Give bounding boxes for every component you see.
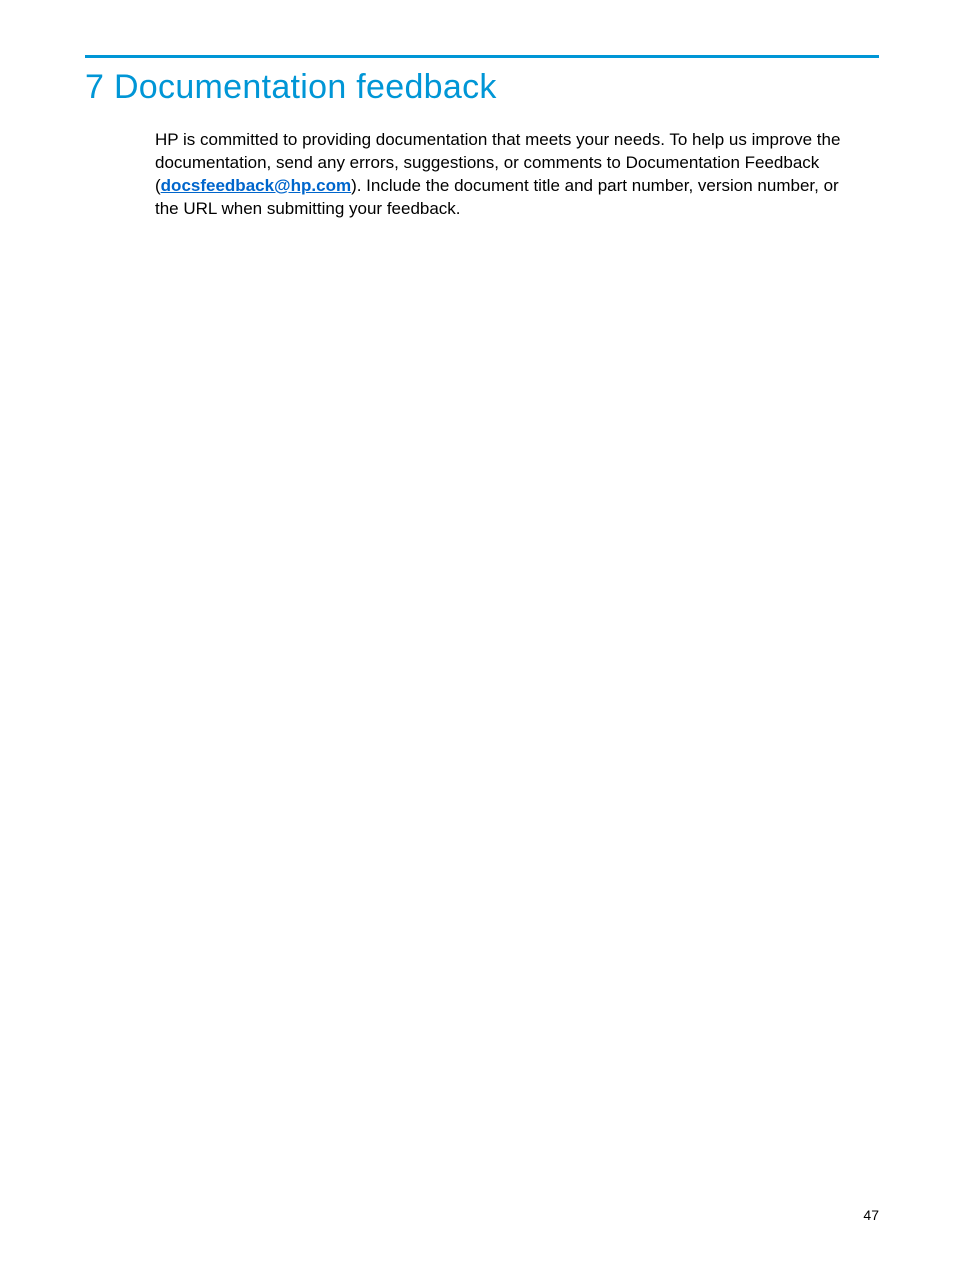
page-container: 7 Documentation feedback HP is committed… xyxy=(0,0,954,1271)
page-number: 47 xyxy=(863,1207,879,1223)
feedback-email-link[interactable]: docsfeedback@hp.com xyxy=(161,176,351,195)
body-paragraph: HP is committed to providing documentati… xyxy=(155,129,864,221)
chapter-heading: 7 Documentation feedback xyxy=(85,68,879,107)
header-divider xyxy=(85,55,879,58)
